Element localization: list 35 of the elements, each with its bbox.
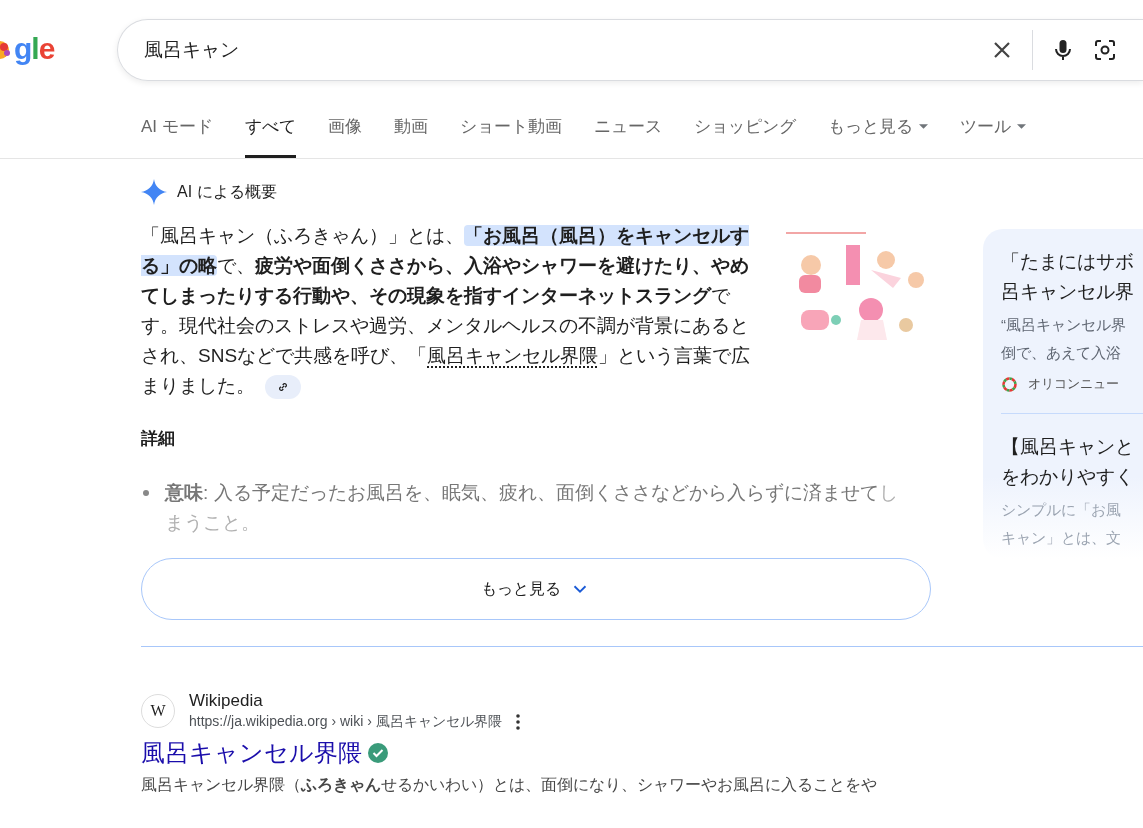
section-title: AI による概要 [177, 181, 277, 202]
caret-icon [918, 124, 928, 129]
camera-icon[interactable] [1093, 38, 1117, 62]
tab[interactable]: ショッピング [693, 98, 796, 158]
source-snippet: シンプルに「お風 キャン」とは、文 [1001, 500, 1122, 548]
tab[interactable]: ツール [959, 98, 1026, 158]
bullet-text: 意味: 入る予定だったお風呂を、眠気、疲れ、面倒くささなどから入らずに済ませて しまうこと。 [165, 481, 899, 535]
logo[interactable]: gle [14, 32, 55, 66]
link-icon [276, 380, 290, 394]
ring-logo-icon [1001, 375, 1018, 393]
details-heading: 詳細 [141, 428, 176, 450]
caret-icon [1016, 124, 1026, 129]
result-url: https://ja.wikipedia.org › wiki › 風呂キャンセル界隈 [189, 713, 502, 731]
overview-paragraph: 「風呂キャン（ふろきゃん）」とは、「お風呂（風呂）をキャンセルする」の略で、疲労や面倒くささから、入浴やシャワーを避けたり、やめてしまったりする行動や、その現象を指すインターネットスラングです。現代社会のストレスや過労、メンタルヘルスの不調が背景にあるとされ、SNSなどで共感を呼び、「風呂キャンセル界隈」という言葉で広まりました。 [141, 221, 761, 401]
term-link[interactable]: 風呂キャンセル界隈 [427, 345, 599, 366]
tab[interactable]: ニュース [593, 98, 662, 158]
tab[interactable]: 動画 [393, 98, 428, 158]
show-more-button[interactable]: もっと見る [141, 558, 931, 620]
tab[interactable]: 画像 [327, 98, 362, 158]
bullet-icon [143, 490, 149, 496]
tab[interactable]: ショート動画 [459, 98, 562, 158]
search-input[interactable]: 風呂キャン [142, 38, 972, 62]
site-name: Wikipedia [189, 691, 264, 711]
link-button[interactable] [265, 375, 301, 399]
result-snippet: 風呂キャンセル界隈（ふろきゃんせるかいわい）とは、面倒になり、シャワーやお風呂に入ることをや [141, 775, 878, 795]
source-title[interactable]: 「たまにはサボ 呂キャンセル界 [1001, 247, 1143, 307]
tab[interactable]: もっと見る [827, 98, 928, 158]
result-title-link[interactable]: 風呂キャンセル界隈 [141, 737, 362, 769]
source-snippet: “風呂キャンセル界 倒で、あえて入浴 [1001, 315, 1127, 363]
source-site: オリコンニュー [1028, 375, 1119, 393]
source-title[interactable]: 【風呂キャンと をわかりやすく [1001, 432, 1143, 492]
more-options-icon[interactable] [515, 714, 520, 730]
sparkle-icon [141, 179, 167, 205]
tab[interactable]: AI モード [141, 98, 213, 158]
tab[interactable]: すべて [244, 98, 296, 158]
